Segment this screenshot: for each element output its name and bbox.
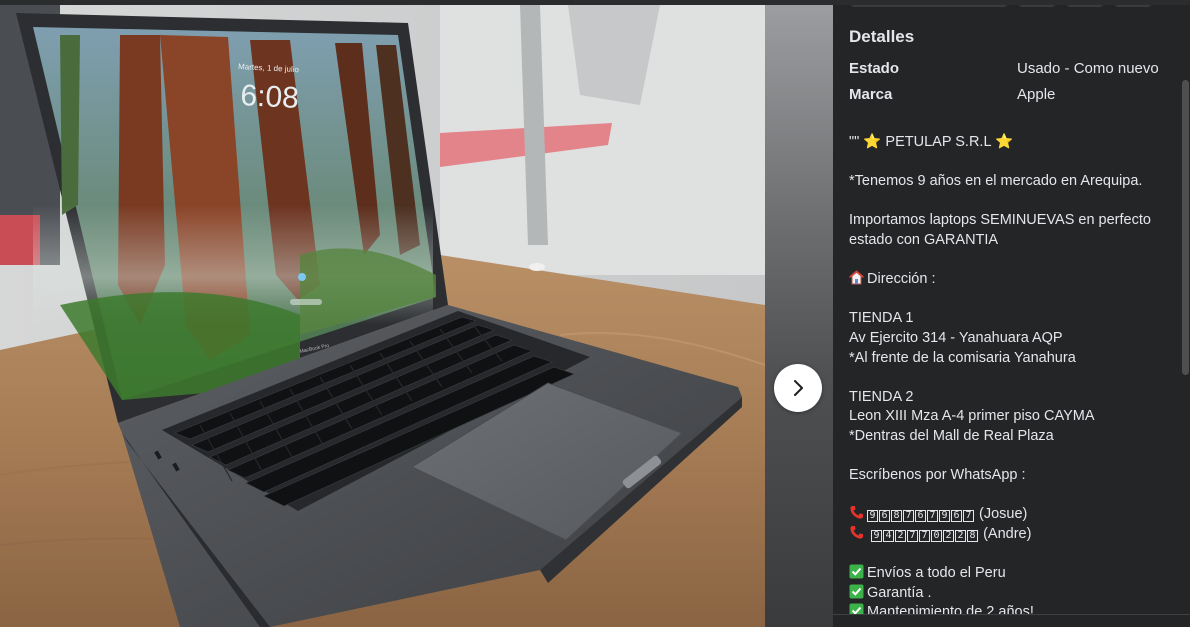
phone-contact-name: (Josue) [979, 506, 1028, 523]
phone-digit: 7 [927, 510, 938, 523]
phone-digit: 2 [943, 529, 955, 542]
phone-digit: 6 [951, 510, 962, 523]
action-buttons-strip [849, 5, 1153, 7]
macbook-photo-illustration: 6:08 Martes, 1 de julio MacBook Pro [0, 5, 765, 627]
benefit-item: Envíos a todo el Peru [849, 564, 1175, 584]
address-label: Dirección : [867, 271, 936, 288]
benefit-label: Mantenimiento de 2 años! [867, 604, 1034, 614]
phone-line-andre: 942770228 (Andre) [849, 525, 1175, 545]
house-icon [848, 270, 865, 292]
listing-photo[interactable]: 6:08 Martes, 1 de julio MacBook Pro [0, 5, 765, 627]
chevron-right-icon [794, 380, 803, 396]
top-bar [0, 0, 1190, 5]
store2-reference: *Dentras del Mall de Real Plaza [849, 427, 1054, 444]
phone-digit: 9 [939, 510, 950, 523]
check-mark-button-icon [849, 584, 864, 606]
phone-digit: 2 [895, 529, 907, 542]
listing-details-panel: Detalles Estado Usado - Como nuevo Marca… [833, 5, 1190, 614]
phone-digit: 7 [919, 529, 931, 542]
phone-digit: 6 [879, 510, 890, 523]
details-heading: Detalles [849, 27, 915, 46]
benefit-label: Envíos a todo el Peru [867, 565, 1006, 582]
import-line-2: estado con GARANTIA [849, 231, 999, 248]
phone-line-josue: 968767967 (Josue) [849, 505, 1175, 525]
check-mark-button-icon [849, 564, 864, 586]
benefit-item: Mantenimiento de 2 años! [849, 603, 1175, 614]
store2-title: TIENDA 2 [849, 388, 914, 405]
phone-digit: 7 [907, 529, 919, 542]
panel-bottom-edge [833, 614, 1190, 627]
message-button-stub[interactable] [849, 5, 1009, 7]
attribute-label: Estado [849, 60, 900, 77]
address-line: Dirección : [848, 270, 1175, 292]
check-mark-button-icon [849, 603, 864, 614]
store1-address: Av Ejercito 314 - Yanahuara AQP [849, 329, 1063, 346]
phone-digit: 9 [871, 529, 883, 542]
attribute-value: Apple [1017, 86, 1056, 103]
whatsapp-line: Escríbenos por WhatsApp : [849, 467, 1026, 484]
store2-address: Leon XIII Mza A-4 primer piso CAYMA [849, 408, 1095, 425]
phone-digit: 2 [955, 529, 967, 542]
years-line: *Tenemos 9 años en el mercado en Arequip… [849, 173, 1143, 190]
phone-digit: 9 [867, 510, 878, 523]
photo-viewer: 6:08 Martes, 1 de julio MacBook Pro [0, 5, 833, 627]
store1-reference: *Al frente de la comisaria Yanahura [849, 349, 1076, 366]
company-line: "" ⭐ PETULAP S.R.L ⭐ [849, 134, 1014, 150]
phone-digit: 8 [967, 529, 979, 542]
phone-digit: 0 [931, 529, 943, 542]
details-scrollbar[interactable] [1182, 80, 1189, 375]
phone-digit: 7 [903, 510, 914, 523]
phone-digit: 6 [915, 510, 926, 523]
store1-title: TIENDA 1 [849, 310, 914, 327]
next-photo-button[interactable] [774, 364, 822, 412]
attribute-label: Marca [849, 86, 893, 103]
share-button-stub[interactable] [1065, 5, 1105, 7]
phone-number[interactable]: 942770228 [871, 526, 979, 542]
phone-digit: 8 [891, 510, 902, 523]
attribute-value: Usado - Como nuevo [1017, 60, 1159, 77]
seller-description: "" ⭐ PETULAP S.R.L ⭐ *Tenemos 9 años en … [848, 133, 1175, 614]
telephone-receiver-icon [849, 505, 864, 527]
phone-contact-name: (Andre) [983, 525, 1032, 542]
phone-number[interactable]: 968767967 [867, 506, 975, 523]
benefit-label: Garantía . [867, 584, 932, 601]
benefit-item: Garantía . [849, 584, 1175, 604]
telephone-receiver-icon [849, 525, 864, 547]
next-photo-preview [765, 5, 833, 627]
screen-clock-time: 6:08 [240, 79, 300, 115]
import-line-1: Importamos laptops SEMINUEVAS en perfect… [849, 212, 1151, 229]
more-button-stub[interactable] [1113, 5, 1153, 7]
phone-digit: 4 [883, 529, 895, 542]
save-button-stub[interactable] [1017, 5, 1057, 7]
phone-digit: 7 [963, 510, 974, 523]
